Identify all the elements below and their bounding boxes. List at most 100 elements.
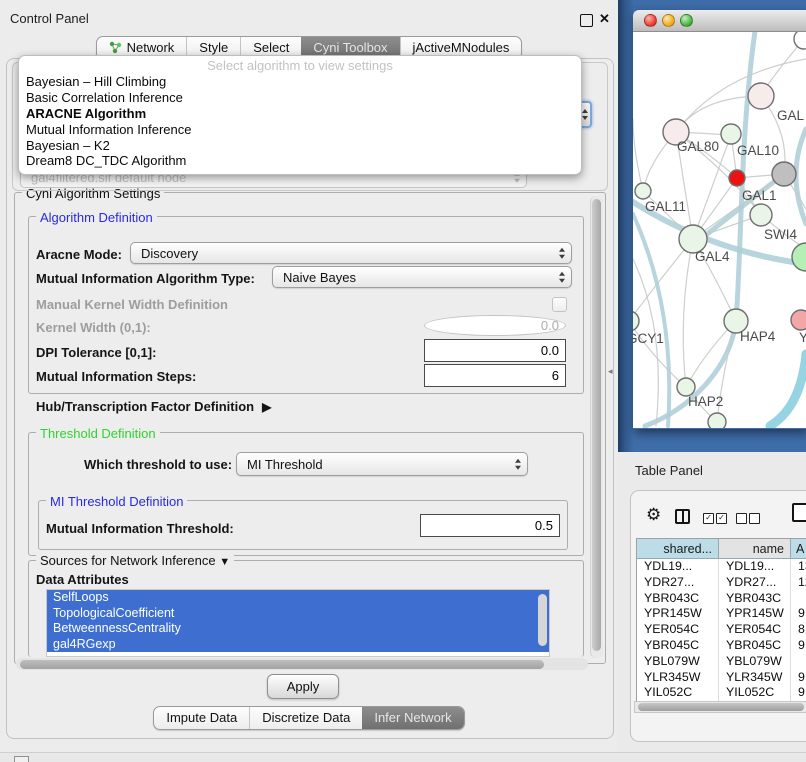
algorithm-option[interactable]: Mutual Information Inference [19,122,581,138]
table-row[interactable]: YIL052CYIL052C9. [637,685,806,701]
table-cell[interactable] [791,591,806,607]
algorithm-option[interactable]: ARACNE Algorithm [19,106,581,122]
table-row[interactable]: YBR045CYBR045C9. [637,638,806,654]
table-cell[interactable]: 9. [791,638,806,654]
network-node[interactable] [748,83,774,109]
close-icon[interactable]: ✕ [599,11,610,27]
network-node[interactable] [635,183,651,199]
network-edge[interactable] [683,239,693,387]
table-cell[interactable]: YDR27... [719,575,791,591]
status-bar-item[interactable] [14,756,29,762]
table-cell[interactable]: YBR045C [719,638,791,654]
network-node[interactable] [721,124,741,144]
attribute-option[interactable]: gal4RGexp [47,637,549,653]
network-node[interactable] [708,413,726,428]
apply-button[interactable]: Apply [267,674,339,699]
network-node[interactable] [792,243,806,271]
table-row[interactable]: YBL079WYBL079W [637,654,806,670]
attribute-option[interactable]: TopologicalCoefficient [47,606,549,622]
algorithm-option[interactable]: Basic Correlation Inference [19,90,581,106]
network-node[interactable] [794,32,806,49]
table-row[interactable]: YPR145WYPR145W9. [637,606,806,622]
table-cell[interactable]: YIL052C [637,685,719,701]
table-cell[interactable] [791,654,806,670]
table-cell[interactable]: YBL079W [637,654,719,670]
column-header[interactable]: A [791,539,806,559]
mi-threshold-field[interactable]: 0.5 [420,514,560,537]
scrollbar-thumb[interactable] [20,660,544,669]
algorithm-option[interactable]: Bayesian – K2 [19,138,581,154]
data-attributes-list[interactable]: SelfLoopsTopologicalCoefficientBetweenne… [46,589,550,657]
mi-algorithm-type-combo[interactable]: Naive Bayes [272,266,572,288]
kernel-width-field[interactable]: 0.0 [424,315,566,336]
deselect-all-checkbox-icon[interactable] [749,513,760,524]
hub-transcription-factor-toggle[interactable]: Hub/Transcription Factor Definition▶ [36,399,271,414]
table-cell[interactable]: YBL079W [719,654,791,670]
table-cell[interactable]: YDL19... [637,559,719,575]
list-scrollbar-thumb[interactable] [538,594,547,646]
table-row[interactable]: YDR27...YDR27...12 [637,575,806,591]
table-cell[interactable]: YBR045C [637,638,719,654]
table-cell[interactable]: YBR043C [719,591,791,607]
network-node[interactable] [772,162,796,186]
network-node[interactable] [633,311,639,331]
table-cell[interactable]: YLR345W [719,670,791,686]
network-window-titlebar[interactable] [633,10,806,32]
table-cell[interactable]: YER054C [719,622,791,638]
network-node[interactable] [791,310,806,330]
attribute-option[interactable]: SelfLoops [47,590,549,606]
network-edge[interactable] [796,129,806,224]
attribute-option[interactable]: BetweennessCentrality [47,621,549,637]
gear-icon[interactable]: ⚙ [646,505,661,525]
table-cell[interactable]: YDL19... [719,559,791,575]
table-horizontal-scrollbar[interactable] [634,701,806,713]
network-canvas[interactable]: GALGAL80GAL10GAL1GAL11SWI4GAL4GCY1HAP4YH… [633,32,806,428]
minimize-traffic-light-icon[interactable] [662,14,675,27]
table-cell[interactable]: 12 [791,575,806,591]
mi-steps-field[interactable]: 6 [424,364,566,387]
close-traffic-light-icon[interactable] [644,14,657,27]
aracne-mode-combo[interactable]: Discovery [130,242,572,264]
table-cell[interactable]: 13 [791,559,806,575]
table-cell[interactable]: 9. [791,685,806,701]
settings-horizontal-scrollbar[interactable] [16,658,588,670]
table-cell[interactable]: YPR145W [719,606,791,622]
table-cell[interactable]: 9. [791,670,806,686]
tab-infer-network[interactable]: Infer Network [362,707,463,729]
table-cell[interactable]: YER054C [637,622,719,638]
network-node[interactable] [729,170,745,186]
network-edge[interactable] [633,119,643,191]
tab-impute-data[interactable]: Impute Data [154,707,249,729]
scrollbar-thumb[interactable] [592,199,601,651]
table-cell[interactable]: YLR345W [637,670,719,686]
manual-kernel-width-checkbox[interactable] [552,297,567,312]
split-columns-icon[interactable] [675,509,690,524]
table-row[interactable]: YER054CYER054C8. [637,622,806,638]
sources-toggle[interactable]: Sources for Network Inference ▼ [36,553,234,568]
table-row[interactable]: YDL19...YDL19...13 [637,559,806,575]
panel-collapse-handle[interactable]: ◂ [608,366,613,377]
table-cell[interactable]: 8. [791,622,806,638]
algorithm-option[interactable]: Bayesian – Hill Climbing [19,74,581,90]
table-row[interactable]: YBR043CYBR043C [637,591,806,607]
dpi-tolerance-field[interactable]: 0.0 [424,339,566,362]
select-all-checkbox-icon[interactable]: ✓ [703,513,714,524]
table-cell[interactable]: YIL052C [719,685,791,701]
float-window-icon[interactable] [580,14,593,27]
network-svg[interactable]: GALGAL80GAL10GAL1GAL11SWI4GAL4GCY1HAP4YH… [633,32,806,428]
table-cell[interactable]: YPR145W [637,606,719,622]
algorithm-option[interactable]: Dream8 DC_TDC Algorithm [19,153,581,169]
network-edge[interactable] [770,354,806,426]
select-all-checkbox-icon[interactable]: ✓ [716,513,727,524]
table-cell[interactable]: YDR27... [637,575,719,591]
table-cell[interactable]: 9. [791,606,806,622]
column-header[interactable]: shared... [637,539,719,559]
zoom-traffic-light-icon[interactable] [680,14,693,27]
table-row[interactable]: YLR345WYLR345W9. [637,670,806,686]
table-cell[interactable]: YBR043C [637,591,719,607]
network-view-window[interactable]: GALGAL80GAL10GAL1GAL11SWI4GAL4GCY1HAP4YH… [633,10,806,429]
scrollbar-thumb[interactable] [638,703,804,711]
deselect-all-checkbox-icon[interactable] [736,513,747,524]
network-node[interactable] [750,204,772,226]
settings-vertical-scrollbar[interactable] [590,196,603,658]
